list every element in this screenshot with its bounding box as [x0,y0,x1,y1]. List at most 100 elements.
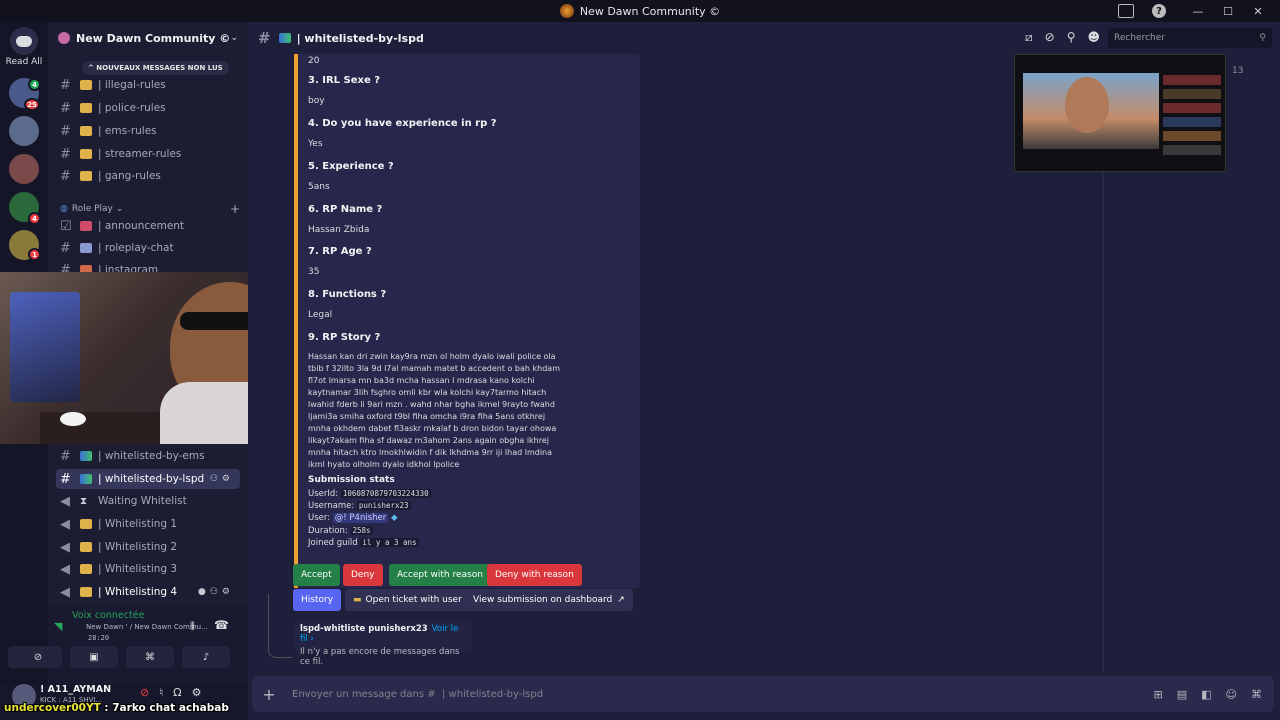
form-answer: Yes [308,139,323,149]
channel-whitelisting-1[interactable]: ◀ | Whitelisting 1 [56,514,240,534]
channel-label: | whitelisted-by-lspd [98,473,205,485]
view-submission-button[interactable]: View submission on dashboard ↗ [465,589,633,611]
pin-icon[interactable]: ⚲ [1067,30,1076,45]
camera-off-icon[interactable]: ⊘ [140,686,149,699]
channel-ems-rules[interactable]: # | ems-rules [56,121,240,141]
megaphone-icon [80,221,92,231]
history-button[interactable]: History [293,589,342,611]
globe-icon: ◍ [60,204,68,214]
user-mention[interactable]: @! P4nisher [332,513,389,523]
apps-icon[interactable]: ⌘ [1251,688,1262,701]
open-ticket-button[interactable]: ▬ Open ticket with user [345,589,470,611]
stat-value: punisherx23 [356,501,411,510]
channel-label: | Whitelisting 3 [98,563,178,575]
noise-suppression-icon[interactable]: ⦀ [190,620,195,634]
soundboard-button[interactable]: ♪ [182,646,230,668]
hourglass-icon: ⧗ [80,496,88,507]
channel-roleplay-chat[interactable]: # | roleplay-chat [56,238,240,258]
camera-off-button[interactable]: ⊘ [14,646,62,668]
threads-icon[interactable]: ⧄ [1025,30,1033,45]
open-ticket-label: Open ticket with user [365,595,462,605]
application-embed: 20 3. IRL Sexe ? boy 4. Do you have expe… [294,54,640,588]
add-channel-icon[interactable]: + [230,202,240,216]
scroll-icon [80,80,92,90]
channel-label: | illegal-rules [98,79,166,91]
accept-with-reason-button[interactable]: Accept with reason [389,564,491,586]
message-list: 20 3. IRL Sexe ? boy 4. Do you have expe… [248,54,1103,694]
message-input[interactable] [292,688,1154,700]
close-button[interactable]: ✕ [1246,5,1270,18]
read-all-button[interactable]: Read All [0,57,48,67]
activity-button[interactable]: ⌘ [126,646,174,668]
deny-with-reason-button[interactable]: Deny with reason [487,564,582,586]
server-header[interactable]: New Dawn Community © ⌄ [48,22,248,54]
accept-button[interactable]: Accept [293,564,340,586]
thread-preview[interactable]: lspd-whitliste punisherx23 Voir le fil › … [294,620,472,667]
unread-messages-pill[interactable]: ^ NOUVEAUX MESSAGES NON LUS [82,61,229,75]
guild-badge: 1 [28,248,41,261]
settings-icon[interactable]: ⚙ [192,686,202,699]
user-name[interactable]: ! A11_AYMAN [40,684,111,695]
channel-streamer-rules[interactable]: # | streamer-rules [56,144,240,164]
voice-status[interactable]: Voix connectée [72,610,144,621]
channel-label: | whitelisted-by-ems [98,450,205,462]
deny-button[interactable]: Deny [343,564,383,586]
stat-value: 258s [350,526,373,535]
external-link-icon: ↗ [617,595,625,605]
channel-settings-icon[interactable]: ⚇⚙ [210,474,234,484]
channel-label: | streamer-rules [98,148,182,160]
sticker-icon[interactable]: ◧ [1201,688,1211,701]
help-icon[interactable]: ? [1152,4,1166,18]
channel-police-rules[interactable]: # | police-rules [56,98,240,118]
channel-whitelisted-by-ems[interactable]: # | whitelisted-by-ems [56,446,240,466]
ticket-icon: ▬ [353,595,362,605]
disconnect-icon[interactable]: ☎ [214,618,229,632]
guild-icon[interactable] [9,154,39,184]
stream-preview[interactable] [1014,54,1226,172]
inbox-icon[interactable] [1118,4,1134,18]
lock-icon [80,587,92,597]
gif-icon[interactable]: ▤ [1177,688,1187,701]
guild-icon[interactable] [9,116,39,146]
voice-timer: 28:20 [88,634,110,642]
channel-whitelisting-3[interactable]: ◀ | Whitelisting 3 [56,559,240,579]
headphones-icon[interactable]: Ω [173,686,181,699]
form-question: 9. RP Story ? [308,332,381,343]
search-input[interactable]: Rechercher ⚲ [1108,28,1272,48]
category-role-play[interactable]: ◍ Role Play ⌄ + [60,202,240,216]
gift-icon[interactable]: ⊞ [1154,688,1163,701]
emoji-icon[interactable]: ☺ [1226,688,1237,701]
form-question: 5. Experience ? [308,161,394,172]
add-attachment-icon[interactable]: + [252,685,286,704]
window-titlebar: New Dawn Community © ? — ☐ ✕ [0,0,1280,22]
form-answer: 35 [308,267,320,277]
form-question: 8. Functions ? [308,289,387,300]
members-icon[interactable]: ☻ [1087,30,1100,45]
maximize-button[interactable]: ☐ [1216,5,1240,18]
divider [1103,172,1104,672]
channel-gang-rules[interactable]: # | gang-rules [56,166,240,186]
screen-share-button[interactable]: ▣ [70,646,118,668]
sidebar-video-thumb [1163,117,1221,127]
channel-waiting-whitelist[interactable]: ◀ ⧗ Waiting Whitelist [56,491,240,511]
thread-connector [268,594,292,658]
pc-case-image [10,292,80,402]
chevron-down-icon: ⌄ [230,33,238,43]
microphone-icon[interactable]: ♮ [159,686,163,699]
home-button[interactable] [10,27,38,55]
channel-label: | Whitelisting 4 [98,586,178,598]
stream-chat-overlay: undercover00YT : 7arko chat achabab [4,702,229,714]
channel-label: | announcement [98,220,185,232]
channel-announcement[interactable]: ☑ | announcement [56,216,240,236]
thread-empty-text: Il n'y a pas encore de messages dans ce … [300,647,460,667]
channel-illegal-rules[interactable]: # | illegal-rules [56,75,240,95]
notifications-muted-icon[interactable]: ⊘ [1045,30,1055,45]
channel-title: | whitelisted-by-lspd [296,31,424,45]
stat-label: Username: [308,501,355,511]
channel-whitelisting-2[interactable]: ◀ | Whitelisting 2 [56,537,240,557]
minimize-button[interactable]: — [1186,5,1210,18]
channel-whitelisting-4[interactable]: ◀ | Whitelisting 4 ●⚇⚙ [56,582,240,602]
channel-settings-icon[interactable]: ●⚇⚙ [198,587,234,597]
view-submission-label: View submission on dashboard [473,595,613,605]
channel-whitelisted-by-lspd[interactable]: # | whitelisted-by-lspd ⚇⚙ [56,469,240,489]
